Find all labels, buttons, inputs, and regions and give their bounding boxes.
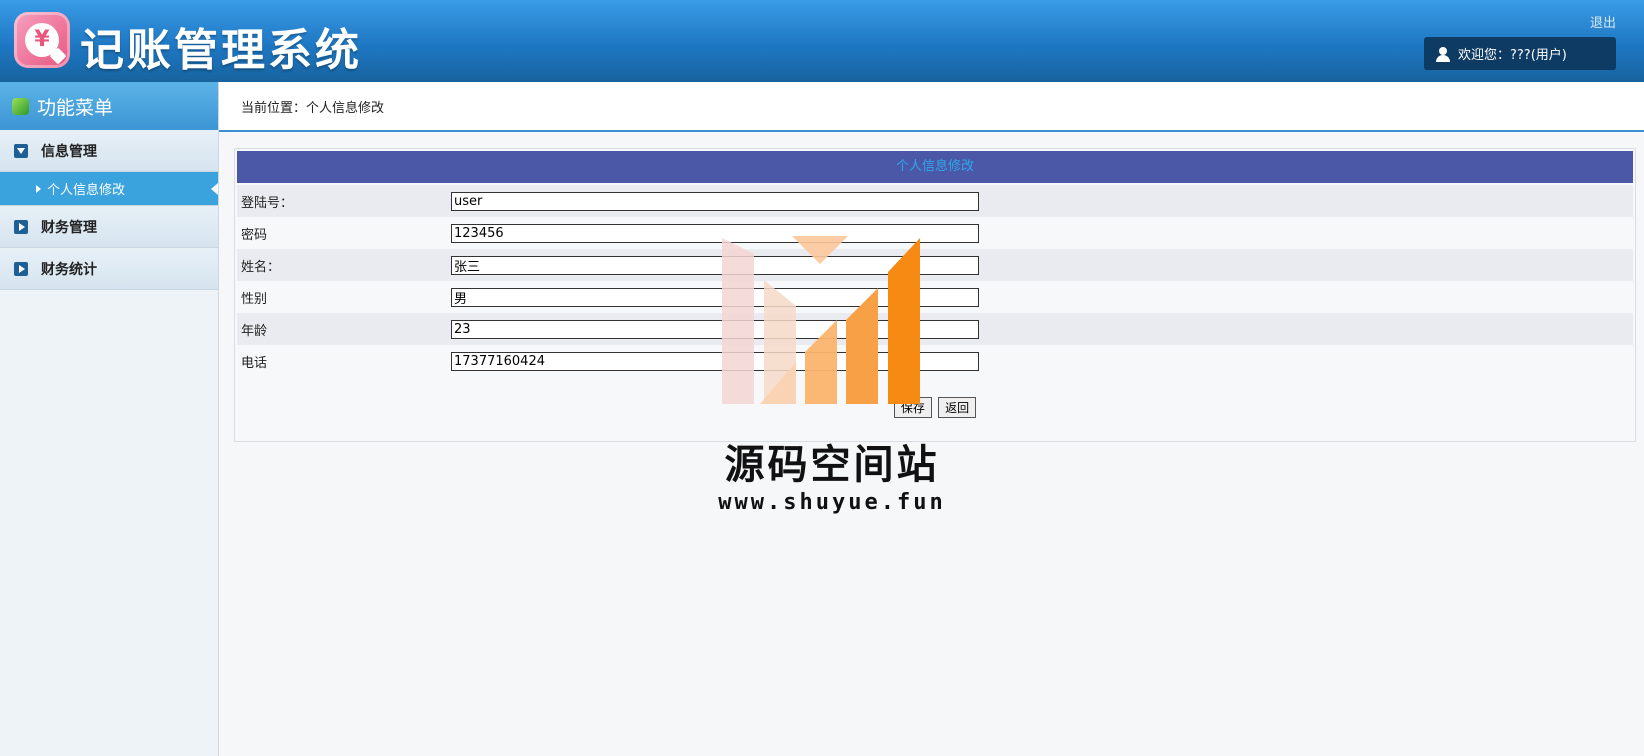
sidebar-group-label: 信息管理 bbox=[41, 143, 97, 160]
sidebar-group-finance-statistics[interactable]: 财务统计 bbox=[0, 248, 218, 290]
sidebar-group-label: 财务管理 bbox=[41, 219, 97, 236]
form-row-login: 登陆号： bbox=[237, 185, 1633, 217]
cube-icon bbox=[12, 97, 29, 115]
breadcrumb-text: 当前位置：个人信息修改 bbox=[241, 100, 385, 116]
welcome-text: 欢迎您：???(用户) bbox=[1458, 48, 1567, 63]
sidebar-item-label: 个人信息修改 bbox=[47, 183, 126, 198]
sidebar-item-profile-edit[interactable]: 个人信息修改 bbox=[0, 172, 218, 206]
watermark-url: www.shuyue.fun bbox=[718, 490, 946, 515]
field-label: 密码 bbox=[241, 227, 268, 243]
field-label: 电话 bbox=[241, 355, 268, 371]
form-title: 个人信息修改 bbox=[237, 151, 1633, 183]
sidebar-group-label: 财务统计 bbox=[41, 261, 97, 278]
login-field[interactable] bbox=[451, 191, 979, 211]
sidebar: 功能菜单 信息管理 个人信息修改 财务管理 财务统计 bbox=[0, 82, 219, 756]
logo-icon: ¥ bbox=[14, 12, 70, 68]
watermark-logo-icon bbox=[722, 236, 920, 404]
sidebar-group-finance-management[interactable]: 财务管理 bbox=[0, 206, 218, 248]
expand-arrow-icon bbox=[14, 261, 28, 276]
field-label: 性别 bbox=[241, 291, 268, 307]
field-label: 登陆号： bbox=[241, 195, 294, 211]
logout-link[interactable]: 退出 bbox=[1590, 12, 1616, 31]
field-label: 年龄 bbox=[241, 323, 268, 339]
bullet-arrow-icon bbox=[36, 184, 41, 193]
user-icon bbox=[1436, 46, 1450, 62]
sidebar-group-info-management[interactable]: 信息管理 bbox=[0, 130, 218, 172]
header-bar: ¥ 记账管理系统 退出 欢迎您：???(用户) bbox=[0, 0, 1644, 82]
collapse-arrow-icon bbox=[14, 143, 28, 158]
sidebar-title: 功能菜单 bbox=[37, 96, 114, 119]
app-title: 记账管理系统 bbox=[80, 25, 362, 76]
expand-arrow-icon bbox=[14, 219, 28, 234]
watermark: 源码空间站 www.shuyue.fun bbox=[712, 234, 952, 524]
sidebar-header: 功能菜单 bbox=[0, 82, 218, 130]
welcome-badge: 欢迎您：???(用户) bbox=[1424, 37, 1616, 70]
watermark-title: 源码空间站 bbox=[724, 442, 940, 488]
breadcrumb: 当前位置：个人信息修改 bbox=[219, 82, 1644, 132]
field-label: 姓名： bbox=[241, 259, 281, 275]
